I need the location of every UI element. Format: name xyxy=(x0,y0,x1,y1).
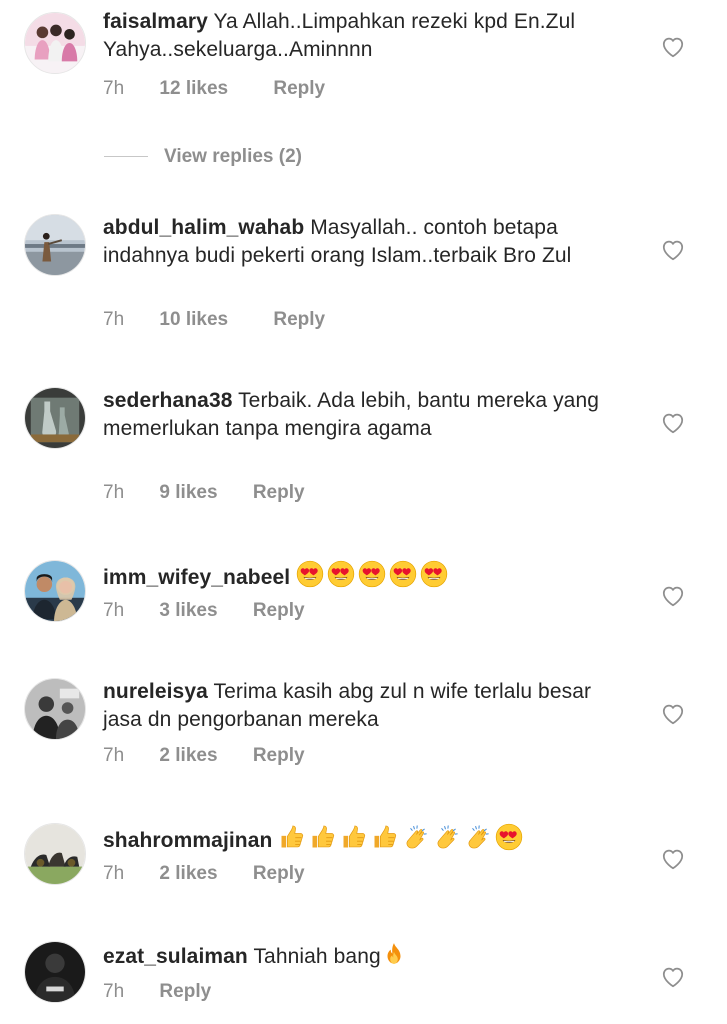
comment-body: Tahniah bang xyxy=(253,945,381,968)
view-replies-label[interactable]: View replies (2) xyxy=(164,146,302,167)
like-heart-icon[interactable] xyxy=(660,237,686,263)
reply-button[interactable]: Reply xyxy=(253,745,305,767)
comment-meta: 7h 9 likes Reply xyxy=(103,482,305,504)
comment-time: 7h xyxy=(103,309,125,330)
clapping-hands-emoji xyxy=(433,823,461,859)
comment-meta: 7h 3 likes Reply xyxy=(103,600,305,622)
reply-button[interactable]: Reply xyxy=(253,482,305,504)
comment-username[interactable]: ezat_sulaiman xyxy=(103,945,248,968)
clapping-hands-emoji xyxy=(464,823,492,859)
comment-username[interactable]: sederhana38 xyxy=(103,389,233,412)
comment-time: 7h xyxy=(103,600,125,621)
like-heart-icon[interactable] xyxy=(660,701,686,727)
comment-likes[interactable]: 10 likes xyxy=(159,309,228,331)
avatar[interactable] xyxy=(24,560,86,622)
thumbs-up-emoji xyxy=(278,823,306,859)
reply-button[interactable]: Reply xyxy=(253,600,305,622)
like-heart-icon[interactable] xyxy=(660,846,686,872)
comment-meta: 7h 10 likes Reply xyxy=(103,309,325,331)
comment-text-block: shahrommajinan xyxy=(103,823,633,859)
avatar[interactable] xyxy=(24,823,86,885)
clapping-hands-emoji xyxy=(402,823,430,859)
thumbs-up-emoji xyxy=(371,823,399,859)
comment-time: 7h xyxy=(103,482,125,503)
reply-button[interactable]: Reply xyxy=(159,981,211,1003)
heart-eyes-emoji xyxy=(495,823,523,859)
heart-eyes-emoji xyxy=(327,560,355,596)
comment-likes[interactable]: 9 likes xyxy=(159,482,217,504)
comment-likes[interactable]: 2 likes xyxy=(159,863,217,885)
comment-username[interactable]: abdul_halim_wahab xyxy=(103,216,304,239)
avatar[interactable] xyxy=(24,12,86,74)
heart-eyes-emoji xyxy=(420,560,448,596)
comment-meta: 7h 2 likes Reply xyxy=(103,863,305,885)
like-heart-icon[interactable] xyxy=(660,34,686,60)
comment-meta: 7h 12 likes Reply xyxy=(103,78,325,100)
comment-text-block: sederhana38 Terbaik. Ada lebih, bantu me… xyxy=(103,387,633,442)
comment-text-block: nureleisya Terima kasih abg zul n wife t… xyxy=(103,678,633,733)
comment-time: 7h xyxy=(103,863,125,884)
comment-text-block: faisalmary Ya Allah..Limpahkan rezeki kp… xyxy=(103,8,633,63)
avatar[interactable] xyxy=(24,941,86,1003)
comment-meta: 7h Reply xyxy=(103,981,211,1003)
fire-emoji xyxy=(381,941,407,975)
comment-username[interactable]: shahrommajinan xyxy=(103,829,272,852)
view-replies-button[interactable]: View replies (2) xyxy=(104,146,302,168)
comment-time: 7h xyxy=(103,981,125,1002)
avatar[interactable] xyxy=(24,214,86,276)
like-heart-icon[interactable] xyxy=(660,583,686,609)
heart-eyes-emoji xyxy=(296,560,324,596)
comment-username[interactable]: faisalmary xyxy=(103,10,208,33)
heart-eyes-emoji xyxy=(389,560,417,596)
comment-text-block: ezat_sulaiman Tahniah bang xyxy=(103,941,633,975)
comment-likes[interactable]: 12 likes xyxy=(159,78,228,100)
like-heart-icon[interactable] xyxy=(660,964,686,990)
comment-meta: 7h 2 likes Reply xyxy=(103,745,305,767)
comment-time: 7h xyxy=(103,78,125,99)
avatar[interactable] xyxy=(24,387,86,449)
comment-likes[interactable]: 3 likes xyxy=(159,600,217,622)
reply-button[interactable]: Reply xyxy=(273,78,325,100)
comment-likes[interactable]: 2 likes xyxy=(159,745,217,767)
comment-text-block: abdul_halim_wahab Masyallah.. contoh bet… xyxy=(103,214,633,269)
like-heart-icon[interactable] xyxy=(660,410,686,436)
comment-time: 7h xyxy=(103,745,125,766)
comment-username[interactable]: nureleisya xyxy=(103,680,208,703)
view-replies-divider xyxy=(104,156,148,158)
comment-text-block: imm_wifey_nabeel xyxy=(103,560,633,596)
heart-eyes-emoji xyxy=(358,560,386,596)
thumbs-up-emoji xyxy=(309,823,337,859)
avatar[interactable] xyxy=(24,678,86,740)
comment-username[interactable]: imm_wifey_nabeel xyxy=(103,566,290,589)
reply-button[interactable]: Reply xyxy=(273,309,325,331)
thumbs-up-emoji xyxy=(340,823,368,859)
reply-button[interactable]: Reply xyxy=(253,863,305,885)
